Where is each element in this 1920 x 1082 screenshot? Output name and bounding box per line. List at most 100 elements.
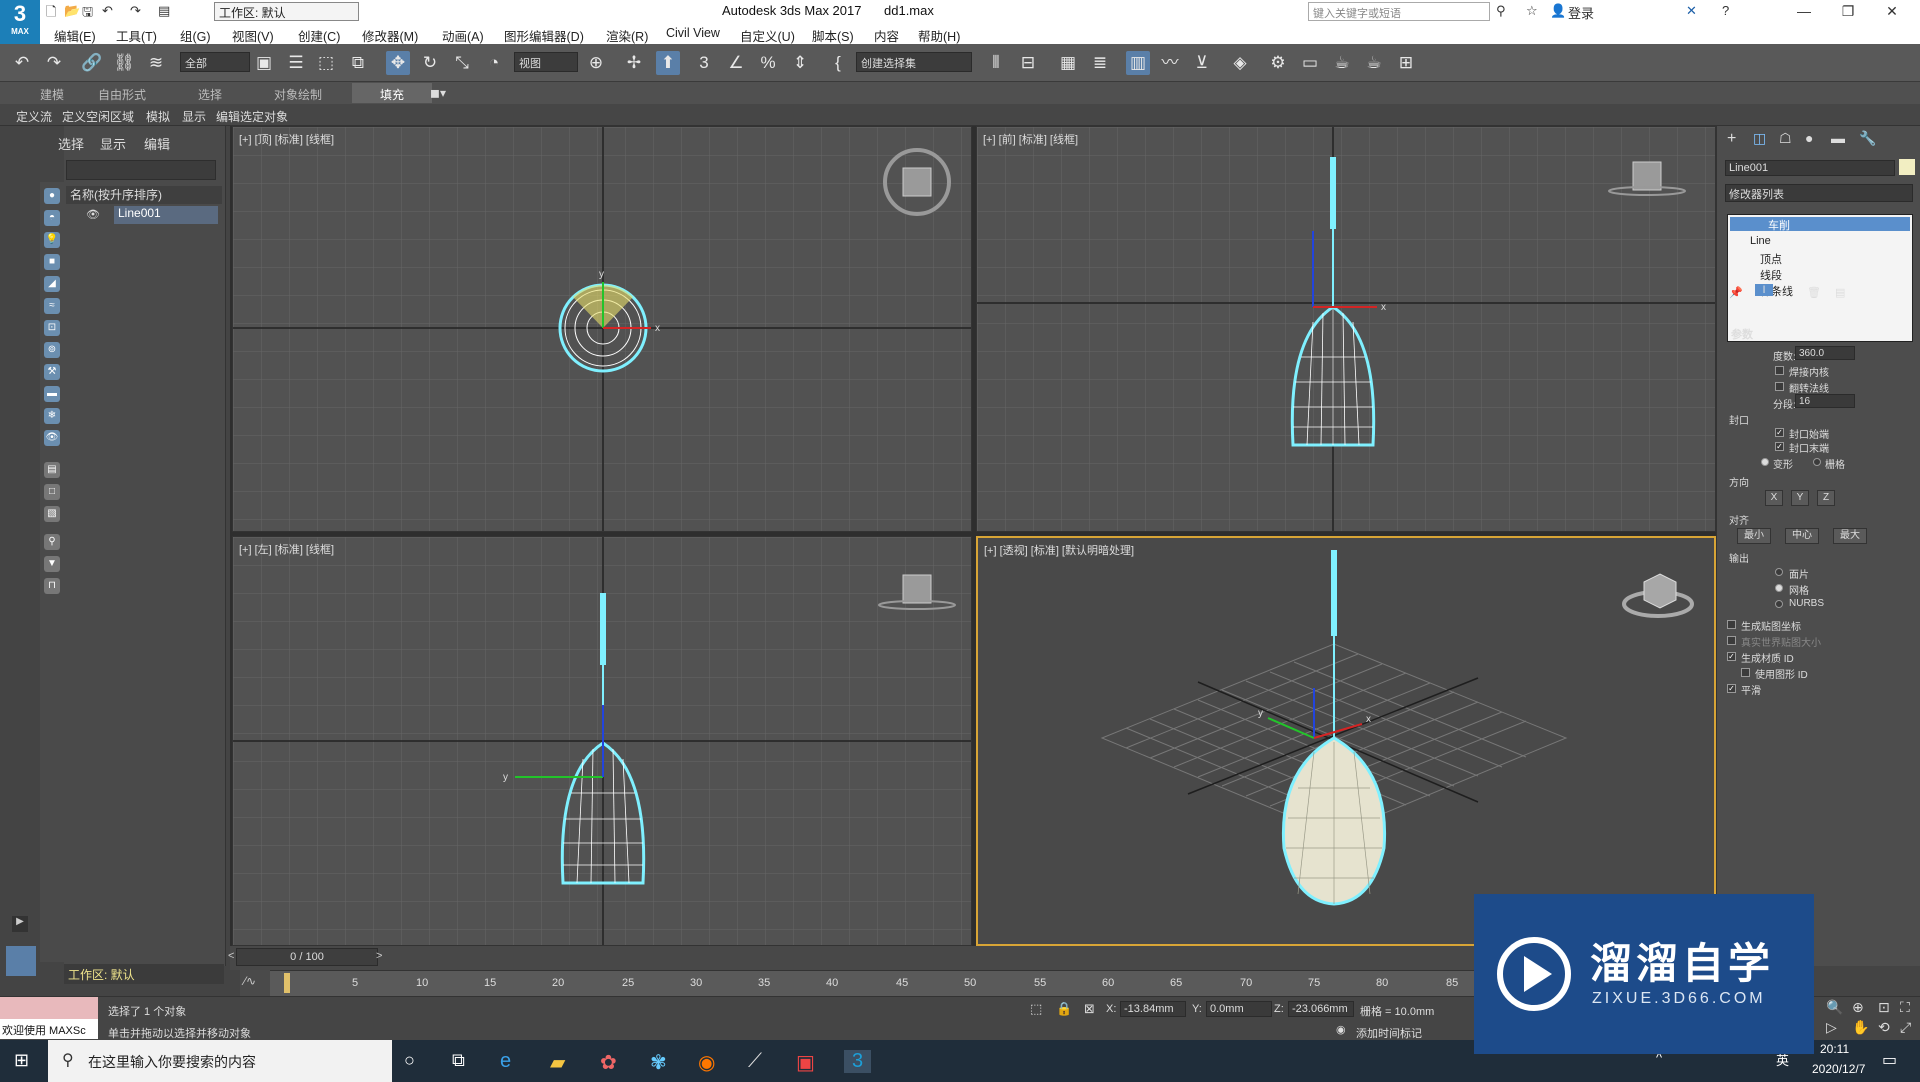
firefox-icon[interactable]: ◉ <box>698 1050 715 1075</box>
zoom-icon[interactable]: 🔍 <box>1826 999 1843 1016</box>
project-icon[interactable]: ▤ <box>158 3 170 19</box>
display-shapes-icon[interactable]: ◓ <box>44 210 60 226</box>
pivot-center-icon[interactable]: ⊕ <box>584 51 608 75</box>
scene-explorer-toggle-icon[interactable]: ▥ <box>1126 51 1150 75</box>
new-file-icon[interactable]: 🗋 <box>46 3 56 25</box>
select-scale-icon[interactable]: ⤡ <box>450 51 474 75</box>
undo-icon[interactable]: ↶ <box>10 51 34 75</box>
viewport-left-label[interactable]: [+] [左] [标准] [线框] <box>239 541 334 557</box>
select-place-icon[interactable]: ◔ <box>482 51 506 75</box>
layer-explorer-icon[interactable]: ▦ <box>1056 51 1080 75</box>
gen-material-ids-checkbox[interactable]: ✓ <box>1727 652 1736 661</box>
display-frozen-icon[interactable]: ❄ <box>44 408 60 424</box>
visibility-eye-icon[interactable]: 👁 <box>86 208 100 221</box>
maxscript-listener[interactable] <box>0 997 98 1019</box>
expand-icon[interactable]: ▶ <box>12 916 28 932</box>
render-cloud-icon[interactable]: ⊞ <box>1394 51 1418 75</box>
login-link[interactable]: 登录 <box>1568 3 1594 22</box>
absolute-mode-icon[interactable]: ⊠ <box>1084 1001 1095 1017</box>
segments-spinner[interactable]: 16 <box>1795 394 1855 408</box>
cortana-icon[interactable]: ○ <box>404 1050 415 1071</box>
minimize-button[interactable]: — <box>1782 0 1826 24</box>
render-setup-icon[interactable]: ⚙ <box>1266 51 1290 75</box>
x-coord-field[interactable]: -13.84mm <box>1120 1001 1186 1017</box>
sync-selection-icon[interactable]: ⚲ <box>44 534 60 550</box>
stack-item-lathe[interactable]: 车削 <box>1730 217 1910 232</box>
reference-coordinate-dropdown[interactable]: 视图 <box>514 52 578 72</box>
filter-icon[interactable]: ▼ <box>44 556 60 572</box>
windows-start-icon[interactable]: ⊞ <box>14 1050 29 1071</box>
task-view-icon[interactable]: ⧉ <box>452 1050 465 1071</box>
scene-tab-display[interactable]: 显示 <box>100 134 126 153</box>
menu-customize[interactable]: 自定义(U) <box>740 26 795 45</box>
motion-tab-icon[interactable]: ● <box>1805 130 1813 146</box>
menu-edit[interactable]: 编辑(E) <box>54 26 96 45</box>
y-coord-field[interactable]: 0.0mm <box>1206 1001 1272 1017</box>
scene-search-input[interactable] <box>66 160 216 180</box>
binoculars-icon[interactable]: ⚲ <box>1496 3 1506 19</box>
viewport-perspective-label[interactable]: [+] [透视] [标准] [默认明暗处理] <box>984 542 1134 558</box>
create-tab-icon[interactable]: + <box>1727 130 1736 148</box>
display-groups-icon[interactable]: ⊡ <box>44 320 60 336</box>
render-production-icon[interactable]: ☕ <box>1330 51 1354 75</box>
app-icon-2[interactable]: ✾ <box>650 1050 667 1075</box>
maximize-viewport-icon[interactable]: ⤢ <box>1900 1019 1911 1036</box>
display-none-icon[interactable]: □ <box>44 484 60 500</box>
viewport-layout-icon[interactable] <box>6 946 36 976</box>
hierarchy-tab-icon[interactable]: ☖ <box>1779 130 1792 147</box>
menu-content[interactable]: 内容 <box>874 26 899 45</box>
select-rotate-icon[interactable]: ↻ <box>418 51 442 75</box>
align-min-button[interactable]: 最小 <box>1737 528 1771 544</box>
bind-spacewarp-icon[interactable]: ≋ <box>144 51 168 75</box>
utilities-tab-icon[interactable]: 🔧 <box>1859 130 1876 147</box>
select-move-icon[interactable]: ✥ <box>386 51 410 75</box>
viewport-perspective[interactable]: y x [+] [透视] [标准] [默认明暗处理] <box>976 536 1716 946</box>
grid-radio[interactable] <box>1813 458 1821 466</box>
toggle-ribbon-icon[interactable]: ≣ <box>1088 51 1112 75</box>
direction-z-button[interactable]: Z <box>1817 490 1835 506</box>
modifier-list-dropdown[interactable]: 修改器列表 <box>1725 184 1913 202</box>
selection-filter-dropdown[interactable]: 全部 <box>180 52 250 72</box>
menu-create[interactable]: 创建(C) <box>298 26 340 45</box>
menu-group[interactable]: 组(G) <box>180 26 211 45</box>
tab-object-paint[interactable]: 对象绘制 <box>274 86 322 103</box>
star-icon[interactable]: ☆ <box>1526 3 1538 19</box>
viewport-top-label[interactable]: [+] [顶] [标准] [线框] <box>239 131 334 147</box>
prev-frame-icon[interactable]: < <box>228 950 234 962</box>
orbit-icon[interactable]: ⟲ <box>1878 1019 1890 1036</box>
display-hidden-icon[interactable]: 👁 <box>44 430 60 446</box>
define-flows[interactable]: 定义流 <box>16 108 52 125</box>
unlink-icon[interactable]: ⛓ <box>112 51 136 75</box>
display[interactable]: 显示 <box>182 108 206 125</box>
curve-toggle-icon[interactable]: ⁄∿ <box>240 970 270 996</box>
ribbon-options-icon[interactable]: ◼▾ <box>430 86 446 100</box>
time-tag-icon[interactable]: ◉ <box>1336 1023 1346 1036</box>
briefcase-icon[interactable]: ⊓ <box>44 578 60 594</box>
app-icon-3[interactable]: ⟋ <box>748 1050 762 1073</box>
flip-normals-checkbox[interactable] <box>1775 382 1784 391</box>
pin-stack-icon[interactable]: 📌 <box>1729 286 1743 299</box>
workspace-bottom-selector[interactable]: 工作区: 默认 <box>64 964 224 984</box>
degrees-spinner[interactable]: 360.0 <box>1795 346 1855 360</box>
configure-sets-icon[interactable]: ▤ <box>1835 286 1845 299</box>
z-coord-field[interactable]: -23.066mm <box>1288 1001 1354 1017</box>
app-icon-1[interactable]: ✿ <box>600 1050 617 1075</box>
scene-column-header[interactable]: 名称(按升序排序) <box>66 186 222 204</box>
direction-y-button[interactable]: Y <box>1791 490 1809 506</box>
stack-item-line[interactable]: Line <box>1750 235 1771 247</box>
display-containers-icon[interactable]: ▬ <box>44 386 60 402</box>
output-nurbs-radio[interactable] <box>1775 600 1783 608</box>
curve-editor-icon[interactable]: 〰 <box>1158 51 1182 75</box>
material-editor-icon[interactable]: ◈ <box>1228 51 1252 75</box>
isolate-icon[interactable]: ⬚ <box>1030 1001 1042 1017</box>
zoom-extents-all-icon[interactable]: ⛶ <box>1900 999 1910 1016</box>
viewport-top[interactable]: x y [+] [顶] [标准] [线框] <box>232 126 972 532</box>
output-mesh-radio[interactable] <box>1775 584 1783 592</box>
angle-snap-icon[interactable]: ∠ <box>724 51 748 75</box>
align-icon[interactable]: ⊟ <box>1016 51 1040 75</box>
lock-selection-icon[interactable]: 🔒 <box>1056 1001 1072 1017</box>
tab-freeform[interactable]: 自由形式 <box>98 86 146 103</box>
display-xrefs-icon[interactable]: ⊚ <box>44 342 60 358</box>
open-file-icon[interactable]: 📂 <box>64 3 80 19</box>
link-icon[interactable]: 🔗 <box>80 51 104 75</box>
